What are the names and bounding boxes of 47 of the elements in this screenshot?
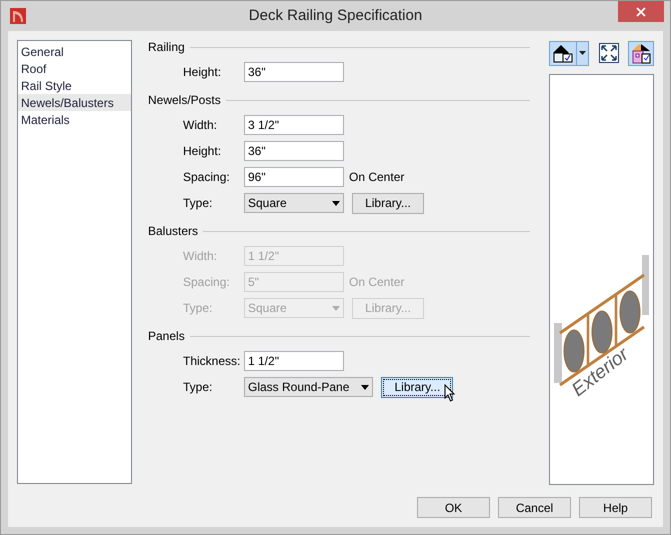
- category-item[interactable]: General: [18, 43, 131, 60]
- library-button[interactable]: Library...: [381, 376, 454, 398]
- input-field[interactable]: 36": [244, 62, 344, 82]
- field-label: Width:: [183, 117, 218, 134]
- category-item[interactable]: Rail Style: [18, 77, 131, 94]
- field-label: Width:: [183, 248, 218, 265]
- caret-icon: [579, 51, 586, 55]
- field-label: Type:: [183, 195, 214, 212]
- input-field[interactable]: 3 1/2": [244, 115, 344, 135]
- field-label: Type:: [183, 379, 214, 396]
- field-label: Height:: [183, 64, 222, 81]
- caret-icon: [361, 384, 370, 390]
- section-title: Panels: [148, 328, 185, 345]
- toolbar-button[interactable]: [549, 40, 589, 66]
- unit-label: On Center: [349, 169, 404, 186]
- close-button[interactable]: [618, 1, 664, 22]
- house-icon: [631, 42, 651, 64]
- category-item[interactable]: Newels/Balusters: [18, 94, 131, 111]
- category-item[interactable]: Roof: [18, 60, 131, 77]
- toolbar-button[interactable]: [628, 40, 654, 66]
- cursor-icon: [444, 384, 456, 402]
- close-icon: [636, 6, 646, 16]
- app-logo-icon: [10, 8, 26, 24]
- section-title: Railing: [148, 39, 185, 56]
- section-title: Balusters: [148, 223, 198, 240]
- dropdown[interactable]: Glass Round-Pane: [244, 377, 374, 397]
- expand-icon: [598, 43, 618, 63]
- input-field[interactable]: 1 1/2": [244, 351, 344, 371]
- caret-icon: [332, 200, 340, 206]
- dialog-button[interactable]: Cancel: [498, 497, 571, 518]
- field-label: Height:: [183, 143, 222, 160]
- window-title: Deck Railing Specification: [248, 6, 424, 26]
- field-label: Thickness:: [183, 353, 242, 370]
- category-item[interactable]: Materials: [18, 111, 131, 128]
- unit-label: On Center: [349, 274, 404, 291]
- library-button[interactable]: Library...: [352, 192, 424, 214]
- section-title: Newels/Posts: [148, 92, 221, 109]
- dialog-button[interactable]: OK: [417, 497, 490, 518]
- field-label: Spacing:: [183, 169, 231, 186]
- field-label: Type:: [183, 300, 214, 317]
- caret-icon: [332, 306, 340, 310]
- house-icon: [552, 43, 574, 63]
- input-field[interactable]: 96": [244, 167, 344, 187]
- dropdown[interactable]: Square: [244, 193, 344, 213]
- field-label: Spacing:: [183, 274, 231, 291]
- input-field[interactable]: 36": [244, 141, 344, 161]
- dialog-button[interactable]: Help: [579, 497, 652, 518]
